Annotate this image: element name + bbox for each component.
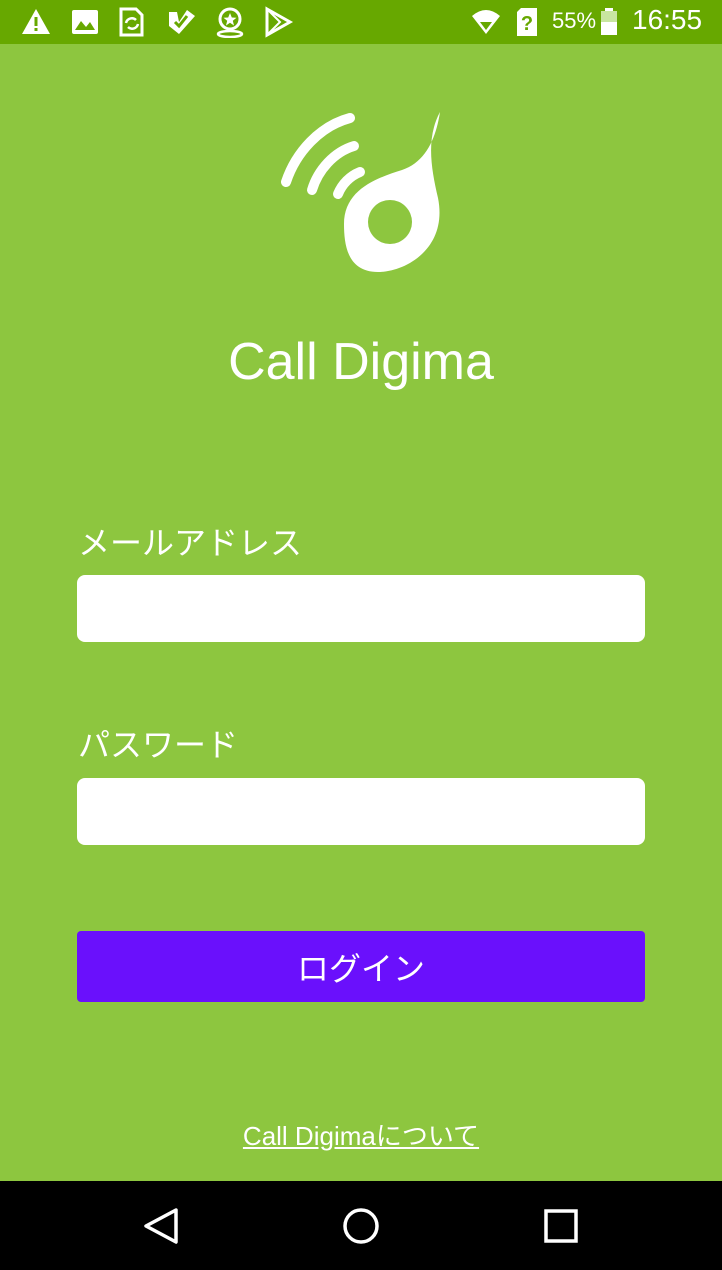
wifi-icon	[470, 6, 502, 38]
email-label: メールアドレス	[78, 524, 303, 562]
battery-icon	[600, 8, 618, 36]
password-label: パスワード	[78, 726, 239, 764]
about-link[interactable]: Call Digimaについて	[0, 1116, 722, 1153]
warning-icon	[20, 6, 52, 38]
play-store-icon	[262, 6, 294, 38]
home-circle-icon[interactable]	[340, 1205, 382, 1247]
back-triangle-icon[interactable]	[140, 1205, 182, 1247]
battery-percent: 55%	[552, 8, 597, 33]
navigation-bar	[0, 1181, 722, 1270]
sync-icon	[116, 6, 148, 38]
call-digima-logo-icon	[276, 108, 446, 278]
app-title: Call Digima	[228, 333, 494, 391]
location-star-icon	[214, 6, 246, 38]
check-icon	[165, 6, 197, 38]
recents-square-icon[interactable]	[540, 1205, 582, 1247]
login-button[interactable]: ログイン	[77, 931, 645, 1002]
svg-text:?: ?	[521, 13, 533, 35]
image-icon	[69, 6, 101, 38]
clock: 16:55	[632, 4, 703, 35]
status-bar: ? 55% 16:55	[0, 0, 722, 44]
sim-unknown-icon: ?	[511, 6, 543, 38]
password-field[interactable]	[77, 778, 645, 845]
email-field[interactable]	[77, 575, 645, 642]
